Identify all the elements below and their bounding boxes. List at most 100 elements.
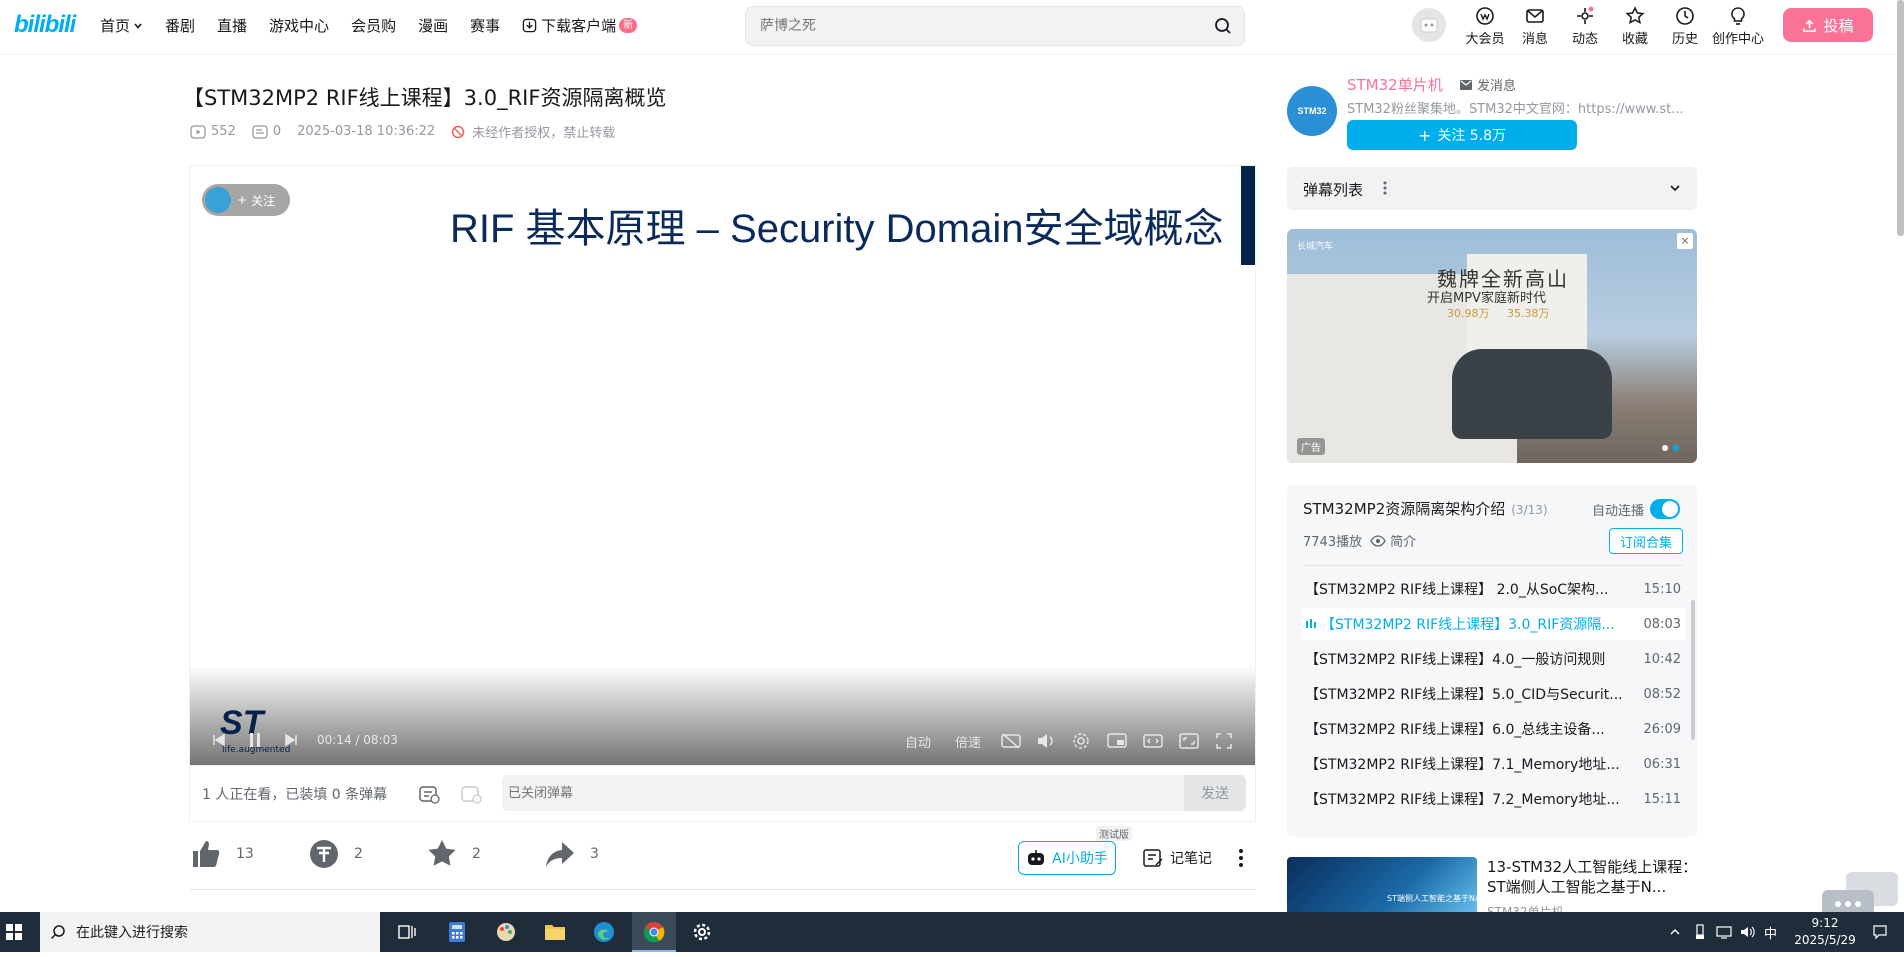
task-view-icon[interactable] [398, 923, 416, 941]
chevron-up-icon[interactable] [1668, 925, 1682, 939]
upload-icon [1803, 19, 1817, 32]
creator-center-entry[interactable]: 创作中心 [1710, 6, 1766, 47]
volume-tray-icon[interactable] [1740, 925, 1756, 939]
upload-button[interactable]: 投稿 [1783, 8, 1873, 42]
ai-assistant-button[interactable]: AI小助手 [1018, 841, 1116, 875]
time-display: 00:14 / 08:03 [317, 733, 398, 747]
ime-indicator[interactable]: 中 [1764, 923, 1777, 942]
follow-button[interactable]: + 关注 5.8万 [1347, 120, 1577, 150]
danmaku-settings-icon[interactable] [460, 784, 482, 804]
usb-icon[interactable] [1694, 924, 1706, 940]
playlist-episode[interactable]: 【STM32MP2 RIF线上课程】6.0_总线主设备... 26:09 [1301, 713, 1685, 745]
danmaku-toggle-icon[interactable] [418, 784, 440, 804]
robot-icon [1028, 850, 1045, 865]
slide-title: RIF 基本原理 – Security Domain安全域概念 [450, 207, 1224, 251]
next-icon[interactable] [284, 733, 298, 747]
more-vertical-icon[interactable] [1238, 848, 1244, 868]
paint-icon[interactable] [495, 921, 517, 943]
taskbar-clock[interactable]: 9:12 2025/5/29 [1790, 915, 1860, 949]
playlist-episode[interactable]: 【STM32MP2 RIF线上课程】 2.0_从SoC架构... 15:10 [1301, 573, 1685, 605]
danmaku-list-panel[interactable]: 弹幕列表 [1287, 167, 1697, 210]
recommended-title[interactable]: 13-STM32人工智能线上课程：ST端侧人工智能之基于N... [1487, 857, 1699, 897]
volume-icon[interactable] [1036, 732, 1056, 750]
nav-manga[interactable]: 漫画 [418, 15, 448, 36]
playlist-episode[interactable]: 【STM32MP2 RIF线上课程】7.1_Memory地址... 06:31 [1301, 748, 1685, 780]
speed-button[interactable]: 倍速 [955, 732, 981, 751]
vip-entry[interactable]: 大会员 [1460, 6, 1510, 47]
notes-button[interactable]: 记笔记 [1142, 847, 1212, 869]
danmaku-input-box: 发送 [502, 775, 1246, 811]
chrome-browser-icon[interactable] [643, 921, 665, 943]
subtitle-off-icon[interactable] [1000, 732, 1022, 750]
intro-link[interactable]: 简介 [1390, 531, 1416, 550]
playlist-plays: 7743播放 简介 [1303, 531, 1416, 550]
file-explorer-icon[interactable] [544, 922, 566, 942]
header-right-icons: 大会员 消息 动态 收藏 历史 创作中心 [1460, 6, 1766, 47]
taskbar-search[interactable]: 在此键入进行搜索 [40, 912, 380, 952]
dynamic-entry[interactable]: 动态 [1560, 6, 1610, 47]
windows-start-icon[interactable] [6, 924, 22, 940]
pip-icon[interactable] [1107, 732, 1127, 750]
ad-banner[interactable]: 长城汽车 魏牌全新高山 开启MPV家庭新时代 30.98万 35.38万 广告 … [1287, 229, 1697, 463]
like-button[interactable]: 13 [190, 838, 254, 870]
widescreen-icon[interactable] [1143, 732, 1163, 750]
user-avatar[interactable] [1412, 8, 1446, 42]
uploader-name[interactable]: STM32单片机 [1347, 74, 1443, 95]
edge-browser-icon[interactable] [593, 921, 615, 943]
fullscreen-icon[interactable] [1215, 732, 1233, 750]
share-button[interactable]: 3 [544, 838, 599, 870]
playlist-episode[interactable]: 【STM32MP2 RIF线上课程】7.2_Memory地址... 15:11 [1301, 783, 1685, 815]
playlist-episode-current[interactable]: 【STM32MP2 RIF线上课程】3.0_RIF资源隔... 08:03 [1301, 608, 1685, 640]
prev-icon[interactable] [212, 733, 226, 747]
toggle-switch[interactable] [1650, 499, 1681, 519]
player-follow-button[interactable]: + 关注 [202, 184, 290, 216]
nav-game-center[interactable]: 游戏中心 [269, 15, 329, 36]
uploader-avatar[interactable]: STM32 [1287, 86, 1337, 136]
nav-bangumi[interactable]: 番剧 [165, 15, 195, 36]
calculator-icon[interactable] [447, 921, 467, 943]
playlist-scrollbar[interactable] [1691, 600, 1695, 740]
nav-esports[interactable]: 赛事 [470, 15, 500, 36]
autoplay-toggle[interactable]: 自动连播 [1592, 499, 1681, 519]
search-input[interactable] [760, 7, 1180, 45]
subscribe-collection-button[interactable]: 订阅合集 [1609, 528, 1683, 554]
pause-icon[interactable] [248, 732, 262, 748]
nav-download-client[interactable]: 下载客户端 新 [522, 15, 638, 36]
playlist-title[interactable]: STM32MP2资源隔离架构介绍 (3/13) [1303, 498, 1548, 519]
settings-gear-icon[interactable] [692, 922, 712, 942]
divider [190, 889, 1256, 890]
more-vertical-icon[interactable] [1383, 181, 1387, 195]
carousel-dot-active[interactable] [1673, 445, 1679, 451]
uploader-mini-avatar [205, 187, 231, 213]
notification-icon[interactable] [1872, 924, 1888, 940]
carousel-dot[interactable] [1662, 445, 1668, 451]
bilibili-logo[interactable]: bilibili [14, 11, 76, 39]
nav-live[interactable]: 直播 [217, 15, 247, 36]
search-icon[interactable] [1214, 17, 1232, 35]
recommended-thumbnail[interactable]: ST端侧人工智能之基于NanoEdge AI的 [1287, 857, 1477, 917]
nav-home[interactable]: 首页 [100, 15, 143, 36]
watching-count: 1 人正在看，已装填 0 条弹幕 [202, 787, 388, 803]
webfullscreen-icon[interactable] [1179, 732, 1199, 750]
ad-close-button[interactable]: × [1677, 233, 1693, 249]
message-entry[interactable]: 消息 [1510, 6, 1560, 47]
page-scrollbar[interactable] [1897, 0, 1904, 236]
danmaku-send-button[interactable]: 发送 [1184, 775, 1246, 811]
settings-icon[interactable] [1072, 732, 1090, 750]
download-icon [522, 18, 537, 33]
chevron-down-icon[interactable] [1669, 183, 1681, 193]
publish-date: 2025-03-18 10:36:22 [297, 124, 436, 139]
video-player[interactable]: RIF 基本原理 – Security Domain安全域概念 + 关注 ST … [189, 165, 1256, 766]
playlist-episode[interactable]: 【STM32MP2 RIF线上课程】5.0_CID与Securit... 08:5… [1301, 678, 1685, 710]
nav-mall[interactable]: 会员购 [351, 15, 396, 36]
coin-button[interactable]: 2 [308, 838, 363, 870]
send-message-link[interactable]: 发消息 [1459, 75, 1516, 94]
playlist-count: (3/13) [1511, 503, 1548, 517]
quality-button[interactable]: 自动 [905, 732, 931, 751]
favorites-entry[interactable]: 收藏 [1610, 6, 1660, 47]
danmaku-input[interactable] [508, 775, 1108, 811]
network-icon[interactable] [1716, 925, 1732, 939]
history-entry[interactable]: 历史 [1660, 6, 1710, 47]
favorite-button[interactable]: 2 [426, 838, 481, 870]
playlist-episode[interactable]: 【STM32MP2 RIF线上课程】4.0_一般访问规则 10:42 [1301, 643, 1685, 675]
